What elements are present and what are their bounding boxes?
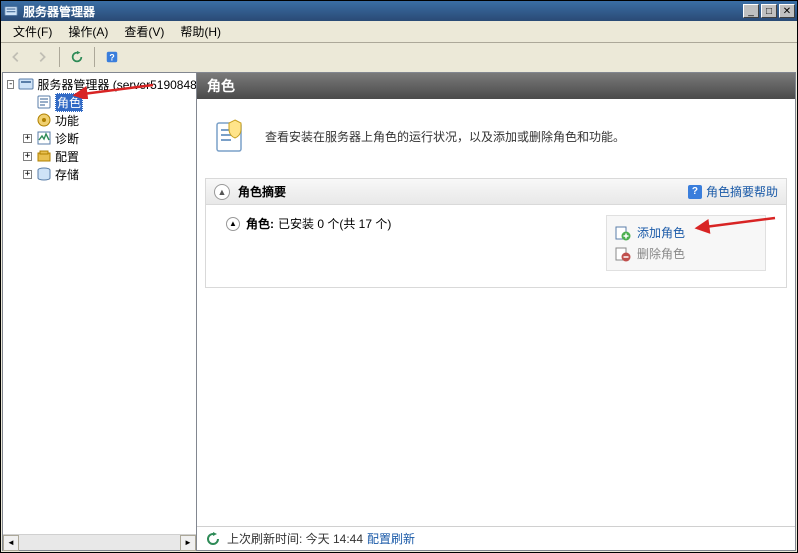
roles-icon <box>36 94 52 110</box>
collapse-icon[interactable]: ▲ <box>214 184 230 200</box>
app-window: 服务器管理器 _ □ ✕ 文件(F) 操作(A) 查看(V) 帮助(H) ? <box>0 0 798 553</box>
refresh-icon <box>205 531 221 547</box>
remove-role-icon <box>615 246 631 262</box>
configuration-icon <box>36 148 52 164</box>
hero-text: 查看安装在服务器上角色的运行状况，以及添加或删除角色和功能。 <box>265 128 625 145</box>
tree-roles-label: 角色 <box>55 93 83 112</box>
expander-none <box>23 116 32 125</box>
close-button[interactable]: ✕ <box>779 4 795 18</box>
section-body: ▲ 角色: 已安装 0 个(共 17 个) 添加角色 <box>206 205 786 287</box>
features-icon <box>36 112 52 128</box>
tree-scrollbar[interactable]: ◄ ► <box>3 534 196 550</box>
titlebar: 服务器管理器 _ □ ✕ <box>1 1 797 21</box>
add-role-icon <box>615 225 631 241</box>
tree-root-label: 服务器管理器 (server51908489 <box>37 76 196 93</box>
tree-node-roles[interactable]: 角色 <box>3 93 196 111</box>
section-help-text: 角色摘要帮助 <box>706 183 778 200</box>
tree-node-configuration[interactable]: + 配置 <box>3 147 196 165</box>
menubar: 文件(F) 操作(A) 查看(V) 帮助(H) <box>1 21 797 43</box>
section-title: 角色摘要 <box>238 183 688 200</box>
expander-none <box>23 98 32 107</box>
tree-root[interactable]: - 服务器管理器 (server51908489 <box>3 75 196 93</box>
collapse-icon[interactable]: - <box>7 80 14 89</box>
roles-value: 已安装 0 个(共 17 个) <box>278 215 391 232</box>
roles-summary-section: ▲ 角色摘要 ? 角色摘要帮助 ▲ 角色: 已安装 0 个(共 17 个) <box>205 178 787 288</box>
menu-view[interactable]: 查看(V) <box>116 21 172 42</box>
diagnostics-icon <box>36 130 52 146</box>
window-buttons: _ □ ✕ <box>743 4 795 18</box>
scroll-right-button[interactable]: ► <box>180 535 196 551</box>
app-icon <box>3 3 19 19</box>
tb-back-button[interactable] <box>5 46 27 68</box>
roles-hero-icon <box>211 115 251 158</box>
add-role-link[interactable]: 添加角色 <box>615 222 737 243</box>
expand-icon[interactable]: + <box>23 170 32 179</box>
menu-help[interactable]: 帮助(H) <box>172 21 229 42</box>
add-role-text: 添加角色 <box>637 224 685 241</box>
toolbar: ? <box>1 43 797 71</box>
remove-role-link[interactable]: 删除角色 <box>615 243 737 264</box>
roles-line: ▲ 角色: 已安装 0 个(共 17 个) <box>226 215 606 232</box>
status-text: 上次刷新时间: 今天 14:44 <box>227 530 363 547</box>
tree-node-storage[interactable]: + 存储 <box>3 165 196 183</box>
statusbar: 上次刷新时间: 今天 14:44 配置刷新 <box>197 526 795 550</box>
page-heading-text: 角色 <box>207 76 235 96</box>
maximize-button[interactable]: □ <box>761 4 777 18</box>
tb-help-button[interactable]: ? <box>101 46 123 68</box>
scroll-left-button[interactable]: ◄ <box>3 535 19 551</box>
hero-section: 查看安装在服务器上角色的运行状况，以及添加或删除角色和功能。 <box>197 99 795 178</box>
svg-text:?: ? <box>109 53 114 63</box>
menu-file[interactable]: 文件(F) <box>5 21 60 42</box>
tree-diagnostics-label: 诊断 <box>55 130 79 147</box>
tree-configuration-label: 配置 <box>55 148 79 165</box>
collapse-icon[interactable]: ▲ <box>226 217 240 231</box>
toolbar-sep <box>59 47 60 67</box>
storage-icon <box>36 166 52 182</box>
menu-action[interactable]: 操作(A) <box>60 21 116 42</box>
tb-refresh-button[interactable] <box>66 46 88 68</box>
tree-node-features[interactable]: 功能 <box>3 111 196 129</box>
tb-forward-button[interactable] <box>31 46 53 68</box>
configure-refresh-link[interactable]: 配置刷新 <box>367 530 415 547</box>
tree-panel: - 服务器管理器 (server51908489 角色 <box>2 72 196 551</box>
minimize-button[interactable]: _ <box>743 4 759 18</box>
remove-role-text: 删除角色 <box>637 245 685 262</box>
main-panel: 角色 查看安装在服务器上角色的运行状况，以及添加或删除角色和功能。 ▲ <box>196 72 796 551</box>
tree-body: - 服务器管理器 (server51908489 角色 <box>3 73 196 534</box>
window-title: 服务器管理器 <box>23 3 743 20</box>
scrollbar-track[interactable] <box>19 535 180 551</box>
tree-node-diagnostics[interactable]: + 诊断 <box>3 129 196 147</box>
toolbar-sep <box>94 47 95 67</box>
page-heading: 角色 <box>197 73 795 99</box>
roles-installed-col: ▲ 角色: 已安装 0 个(共 17 个) <box>226 215 606 271</box>
server-icon <box>18 76 34 92</box>
expand-icon[interactable]: + <box>23 152 32 161</box>
section-help-link[interactable]: ? 角色摘要帮助 <box>688 183 778 200</box>
tree-storage-label: 存储 <box>55 166 79 183</box>
tree-features-label: 功能 <box>55 112 79 129</box>
content-split: - 服务器管理器 (server51908489 角色 <box>2 72 796 551</box>
actions-col: 添加角色 删除角色 <box>606 215 766 271</box>
section-header: ▲ 角色摘要 ? 角色摘要帮助 <box>206 179 786 205</box>
help-icon: ? <box>688 185 702 199</box>
expand-icon[interactable]: + <box>23 134 32 143</box>
roles-label: 角色: <box>246 215 274 232</box>
